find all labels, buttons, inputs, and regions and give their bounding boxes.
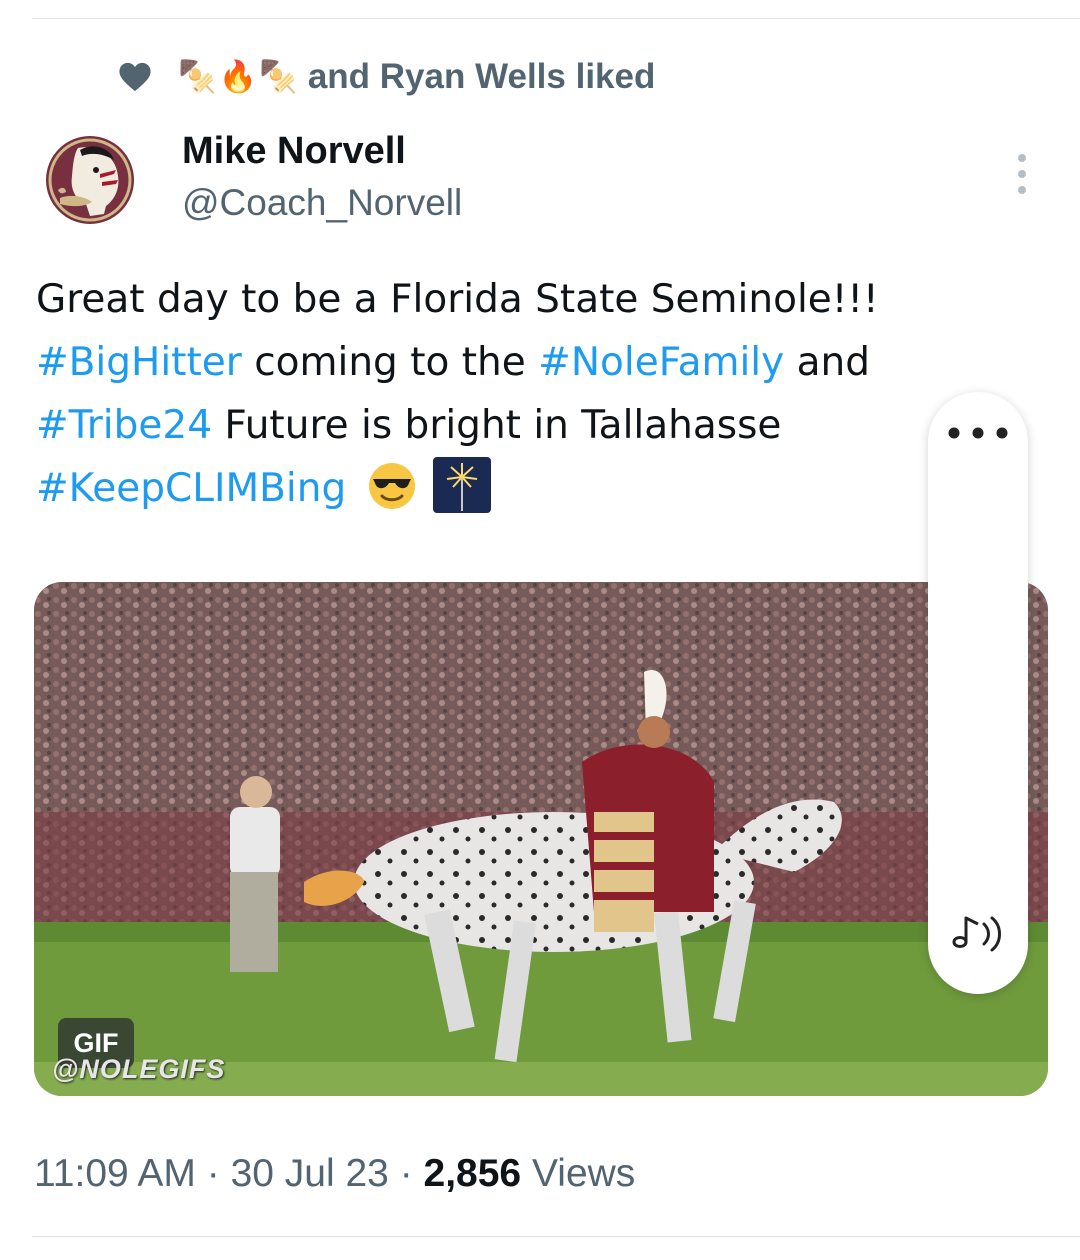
tweet-text-segment: Future is bright in Tallahasse xyxy=(212,403,782,448)
tweet-line: #KeepCLIMBing xyxy=(36,457,1036,520)
tweet-text: Great day to be a Florida State Seminole… xyxy=(36,268,1036,520)
tweet-text-segment: coming to the xyxy=(241,340,539,385)
oden-emoji: 🍢 xyxy=(259,58,298,95)
hashtag-link[interactable]: #BigHitter xyxy=(36,340,242,385)
hashtag-link[interactable]: #Tribe24 xyxy=(36,403,212,448)
bottom-divider xyxy=(32,1236,1080,1237)
sparkler-emoji-icon xyxy=(433,457,492,513)
more-horizontal-icon[interactable] xyxy=(946,426,1010,440)
tweet-line: #BigHitter coming to the #NoleFamily and xyxy=(36,331,1036,394)
views-count[interactable]: 2,856 xyxy=(424,1152,522,1195)
author-handle[interactable]: @Coach_Norvell xyxy=(182,182,462,224)
floating-media-controls[interactable] xyxy=(928,392,1028,994)
social-context[interactable]: 🍢 🔥 🍢 and Ryan Wells liked xyxy=(118,52,655,102)
tweet-text-segment: and xyxy=(784,340,870,385)
stadium-horse-gif-image xyxy=(34,582,1048,1096)
meta-separator: · xyxy=(388,1152,424,1195)
author-name[interactable]: Mike Norvell xyxy=(182,130,406,173)
tweet-meta: 11:09 AM · 30 Jul 23 · 2,856 Views xyxy=(34,1152,635,1196)
tweet-date[interactable]: 30 Jul 23 xyxy=(231,1152,389,1195)
tweet-text-segment: Great day to be a Florida State Seminole… xyxy=(36,277,879,322)
tweet-line: Great day to be a Florida State Seminole… xyxy=(36,268,1036,331)
heart-icon xyxy=(119,62,151,92)
liked-by-text[interactable]: and Ryan Wells liked xyxy=(308,57,656,97)
more-options-icon[interactable] xyxy=(1010,152,1034,196)
tweet-line: #Tribe24 Future is bright in Tallahasse xyxy=(36,394,1036,457)
tweet-time[interactable]: 11:09 AM xyxy=(34,1152,196,1195)
views-label[interactable]: Views xyxy=(521,1152,635,1195)
gif-watermark: @NOLEGIFS xyxy=(52,1054,226,1084)
hashtag-link[interactable]: #KeepCLIMBing xyxy=(36,466,346,511)
audio-sound-icon[interactable] xyxy=(944,908,1012,958)
avatar[interactable] xyxy=(40,130,140,230)
top-divider xyxy=(32,18,1080,19)
fsu-seminole-logo-icon xyxy=(40,130,140,230)
hashtag-link[interactable]: #NoleFamily xyxy=(538,340,784,385)
gif-media[interactable]: GIF @NOLEGIFS xyxy=(34,582,1048,1096)
meta-separator: · xyxy=(195,1152,231,1195)
sunglasses-emoji-icon xyxy=(368,463,415,509)
fire-emoji: 🔥 xyxy=(218,58,258,95)
oden-emoji: 🍢 xyxy=(178,58,217,95)
